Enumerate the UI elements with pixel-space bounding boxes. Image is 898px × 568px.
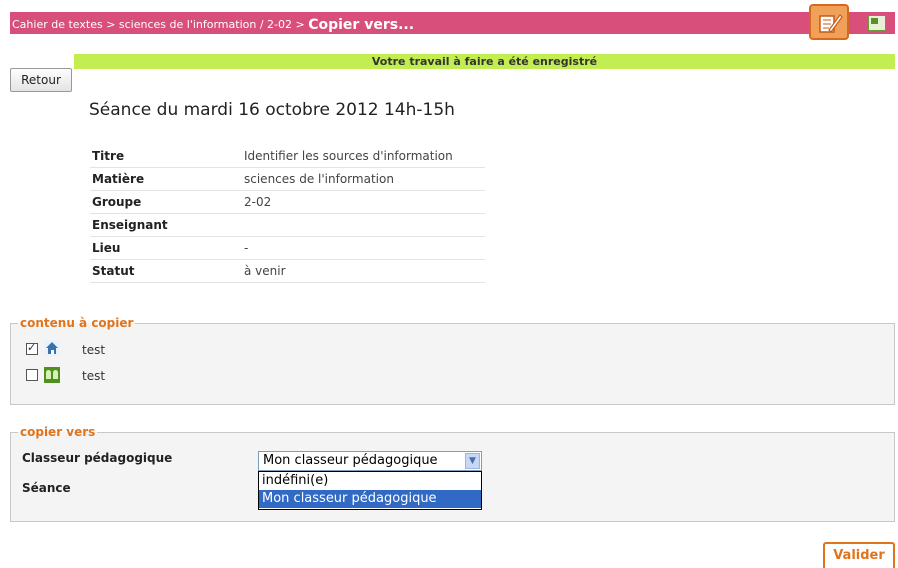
table-row: Matière sciences de l'information: [90, 167, 485, 191]
table-row: Titre Identifier les sources d'informati…: [90, 145, 485, 168]
table-row: Statut à venir: [90, 259, 485, 283]
submit-button[interactable]: Valider: [823, 542, 895, 568]
session-title: Séance du mardi 16 octobre 2012 14h-15h: [89, 100, 455, 120]
expand-icon[interactable]: [868, 15, 886, 31]
success-message: Votre travail à faire a été enregistré: [74, 54, 895, 69]
info-value: 2-02: [242, 190, 485, 214]
info-value: à venir: [242, 259, 485, 283]
info-label: Enseignant: [90, 213, 242, 237]
home-icon: [44, 340, 60, 356]
info-label: Lieu: [90, 236, 242, 260]
page-title: Copier vers...: [308, 17, 415, 33]
table-row: Groupe 2-02: [90, 190, 485, 214]
back-button[interactable]: Retour: [10, 68, 72, 92]
info-value: -: [242, 236, 485, 260]
info-label: Matière: [90, 167, 242, 191]
info-value: sciences de l'information: [242, 167, 485, 191]
content-to-copy-section: contenu à copier: [10, 316, 895, 405]
content-item-checkbox[interactable]: [26, 369, 38, 381]
section-legend: copier vers: [20, 425, 96, 439]
table-row: Lieu -: [90, 236, 485, 260]
group-icon: [44, 367, 60, 383]
header-bar: Cahier de textes > sciences de l'informa…: [10, 4, 895, 40]
info-label: Titre: [90, 145, 242, 168]
table-row: Enseignant: [90, 213, 485, 237]
session-label: Séance: [22, 481, 71, 495]
section-legend: contenu à copier: [20, 316, 134, 330]
binder-dropdown-list: indéfini(e) Mon classeur pédagogique: [258, 471, 482, 510]
session-info-table: Titre Identifier les sources d'informati…: [90, 145, 485, 283]
notebook-icon[interactable]: [809, 4, 849, 40]
binder-label: Classeur pédagogique: [22, 451, 173, 465]
content-item-checkbox[interactable]: [26, 341, 38, 355]
content-item-label: test: [82, 369, 106, 383]
info-label: Statut: [90, 259, 242, 283]
info-value: Identifier les sources d'information: [242, 145, 485, 168]
breadcrumb: Cahier de textes > sciences de l'informa…: [12, 16, 415, 33]
binder-select[interactable]: Mon classeur pédagogique ▼: [258, 451, 482, 471]
info-label: Groupe: [90, 190, 242, 214]
dropdown-option[interactable]: indéfini(e): [259, 472, 481, 490]
breadcrumb-path[interactable]: Cahier de textes > sciences de l'informa…: [12, 18, 305, 31]
chevron-down-icon[interactable]: ▼: [465, 453, 480, 469]
binder-select-value: Mon classeur pédagogique: [263, 453, 438, 468]
info-value: [242, 213, 485, 237]
dropdown-option[interactable]: Mon classeur pédagogique: [259, 490, 481, 508]
content-item-label: test: [82, 343, 106, 357]
